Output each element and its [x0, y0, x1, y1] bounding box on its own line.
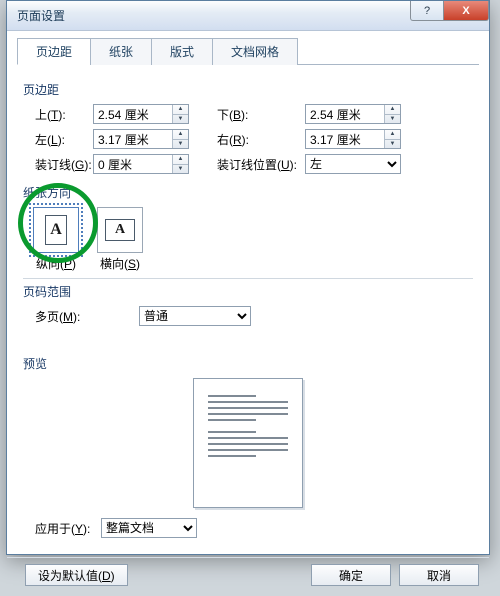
gutter-input[interactable] [94, 155, 172, 173]
bottom-margin-input[interactable] [306, 105, 384, 123]
titlebar[interactable]: 页面设置 ? X [7, 1, 489, 31]
orientation-landscape-button[interactable]: A 横向(S) [93, 207, 147, 272]
spin-buttons[interactable]: ▲▼ [172, 155, 188, 173]
portrait-label: 纵向(P) [29, 255, 83, 272]
landscape-label: 横向(S) [93, 255, 147, 272]
ok-button[interactable]: 确定 [311, 564, 391, 586]
portrait-icon: A [33, 207, 79, 253]
gutter-position-select[interactable]: 左 [306, 155, 400, 173]
divider [23, 278, 473, 279]
right-margin-input[interactable] [306, 130, 384, 148]
preview-section-title: 预览 [23, 355, 473, 372]
close-button[interactable]: X [443, 1, 489, 21]
orientation-section-title: 纸张方向 [23, 184, 473, 201]
apply-to-label: 应用于(Y): [23, 520, 101, 537]
bottom-margin-spinner[interactable]: ▲▼ [305, 104, 401, 124]
set-default-button[interactable]: 设为默认值(D) [25, 564, 128, 586]
left-margin-label: 左(L): [23, 131, 93, 148]
tab-layout[interactable]: 版式 [151, 38, 213, 65]
gutter-position-combo[interactable]: 左 [305, 154, 401, 174]
preview-page-icon [193, 378, 303, 508]
top-margin-spinner[interactable]: ▲▼ [93, 104, 189, 124]
top-margin-input[interactable] [94, 105, 172, 123]
top-margin-label: 上(T): [23, 106, 93, 123]
page-setup-dialog: 页面设置 ? X 页边距 纸张 版式 文档网格 页边距 上(T): ▲▼ [6, 0, 490, 555]
tab-margins[interactable]: 页边距 [17, 38, 91, 65]
right-margin-label: 右(R): [209, 131, 305, 148]
bottom-margin-label: 下(B): [209, 106, 305, 123]
spin-buttons[interactable]: ▲▼ [172, 130, 188, 148]
gutter-spinner[interactable]: ▲▼ [93, 154, 189, 174]
cancel-button[interactable]: 取消 [399, 564, 479, 586]
margins-section-title: 页边距 [23, 81, 473, 98]
right-margin-spinner[interactable]: ▲▼ [305, 129, 401, 149]
pages-section-title: 页码范围 [23, 283, 473, 300]
multipage-combo[interactable]: 普通 [139, 306, 251, 326]
tab-grid[interactable]: 文档网格 [212, 38, 298, 65]
orientation-portrait-button[interactable]: A 纵向(P) [29, 207, 83, 272]
dialog-footer: 设为默认值(D) 确定 取消 [7, 557, 489, 596]
gutter-label: 装订线(G): [23, 156, 93, 173]
left-margin-spinner[interactable]: ▲▼ [93, 129, 189, 149]
landscape-icon: A [97, 207, 143, 253]
apply-to-select[interactable]: 整篇文档 [102, 519, 196, 537]
spin-buttons[interactable]: ▲▼ [172, 105, 188, 123]
gutter-position-label: 装订线位置(U): [209, 156, 305, 173]
tab-strip: 页边距 纸张 版式 文档网格 [17, 37, 479, 65]
tab-paper[interactable]: 纸张 [90, 38, 152, 65]
multipage-select[interactable]: 普通 [140, 307, 250, 325]
multipage-label: 多页(M): [23, 308, 93, 325]
spin-buttons[interactable]: ▲▼ [384, 130, 400, 148]
help-button[interactable]: ? [410, 1, 444, 21]
left-margin-input[interactable] [94, 130, 172, 148]
apply-to-combo[interactable]: 整篇文档 [101, 518, 197, 538]
window-title: 页面设置 [17, 7, 65, 24]
spin-buttons[interactable]: ▲▼ [384, 105, 400, 123]
